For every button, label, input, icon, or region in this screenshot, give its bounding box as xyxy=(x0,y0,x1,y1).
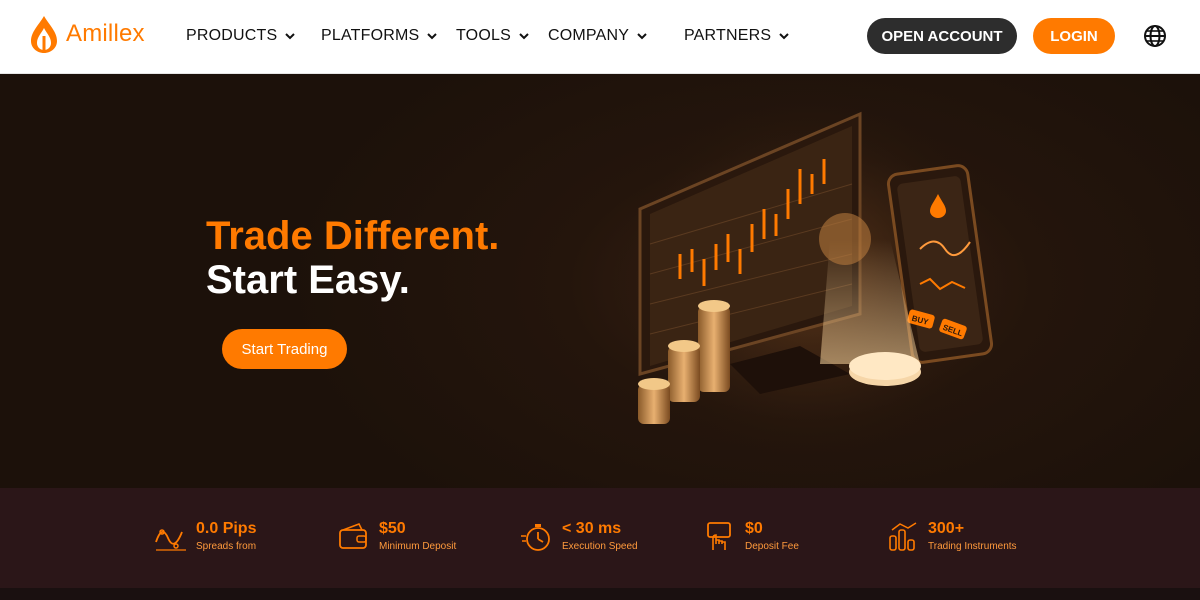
hero-headline-primary: Trade Different. xyxy=(206,214,500,258)
stat-deposit-fee: $0 Deposit Fee xyxy=(703,520,799,560)
nav-company-label: COMPANY xyxy=(548,27,630,44)
stat-spreads: 0.0 Pips Spreads from xyxy=(154,520,256,560)
top-navbar: Amillex PRODUCTS PLATFORMS TOOLS COMPANY… xyxy=(0,0,1200,74)
chevron-down-icon xyxy=(519,33,529,40)
stat-execution: < 30 ms Execution Speed xyxy=(520,520,638,560)
instruments-icon xyxy=(889,522,917,551)
nav-partners[interactable]: PARTNERS xyxy=(684,25,789,47)
start-trading-button[interactable]: Start Trading xyxy=(222,329,347,369)
stat-spreads-value: 0.0 Pips xyxy=(196,520,257,537)
chevron-down-icon xyxy=(779,33,789,40)
wave-chart-icon xyxy=(155,529,186,551)
globe-icon[interactable] xyxy=(1143,24,1167,48)
trading-illustration: BUY SELL xyxy=(610,74,1010,474)
chevron-down-icon xyxy=(427,33,438,40)
stat-min-deposit: $50 Minimum Deposit xyxy=(337,520,456,560)
stat-min-deposit-value: $50 xyxy=(379,520,406,537)
stat-execution-label: Execution Speed xyxy=(562,541,638,552)
nav-platforms-label: PLATFORMS xyxy=(321,27,420,44)
hero-section: BUY SELL Trade Different. Start Easy. St… xyxy=(0,74,1200,488)
login-button[interactable]: LOGIN xyxy=(1033,18,1115,54)
stat-execution-value: < 30 ms xyxy=(562,520,622,537)
nav-company[interactable]: COMPANY xyxy=(548,25,647,47)
bottom-strip xyxy=(0,588,1200,600)
nav-products[interactable]: PRODUCTS xyxy=(186,25,296,47)
open-account-button[interactable]: OPEN ACCOUNT xyxy=(867,18,1017,54)
chevron-down-icon xyxy=(637,33,647,40)
stat-deposit-fee-label: Deposit Fee xyxy=(745,541,799,552)
hero-headline-secondary: Start Easy. xyxy=(206,258,410,302)
nav-products-label: PRODUCTS xyxy=(186,27,278,44)
stat-deposit-fee-value: $0 xyxy=(745,520,763,537)
nav-partners-label: PARTNERS xyxy=(684,27,772,44)
brand-logo[interactable]: Amillex xyxy=(28,14,145,54)
wallet-icon xyxy=(339,522,367,549)
stat-instruments-value: 300+ xyxy=(928,520,965,537)
globe-hologram xyxy=(819,213,871,265)
nav-tools[interactable]: TOOLS xyxy=(456,25,529,47)
brand-name: Amillex xyxy=(66,20,145,47)
stat-instruments-label: Trading Instruments xyxy=(928,541,1017,552)
stopwatch-icon xyxy=(521,524,550,551)
chevron-down-icon xyxy=(285,33,296,40)
nav-platforms[interactable]: PLATFORMS xyxy=(321,25,438,47)
stat-instruments: 300+ Trading Instruments xyxy=(886,520,1017,560)
stat-spreads-label: Spreads from xyxy=(196,541,257,552)
hand-card-icon xyxy=(707,522,731,550)
nav-tools-label: TOOLS xyxy=(456,27,511,44)
stat-min-deposit-label: Minimum Deposit xyxy=(379,541,457,552)
flame-icon xyxy=(31,16,57,53)
